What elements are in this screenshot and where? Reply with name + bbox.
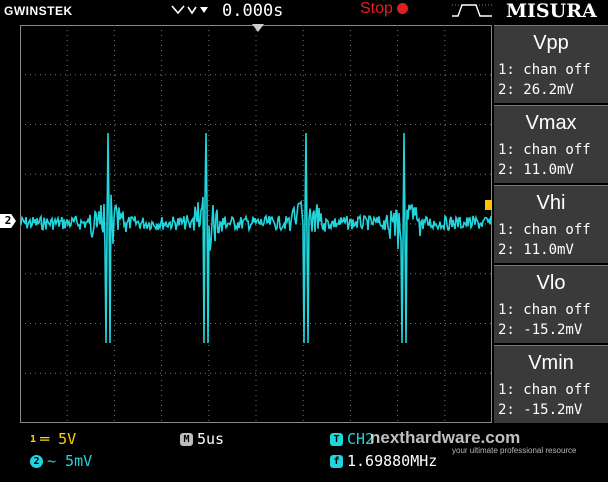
rising-edge-icon xyxy=(450,2,494,22)
measurement-ch1: 1: chan off xyxy=(498,142,591,158)
measurement-vlo[interactable]: Vlo 1: chan off 2: -15.2mV xyxy=(494,265,608,343)
ch2-badge: 2 xyxy=(30,455,43,468)
measurement-ch1: 1: chan off xyxy=(498,302,591,318)
measurement-title: Vhi xyxy=(536,192,566,214)
measurement-vhi[interactable]: Vhi 1: chan off 2: 11.0mV xyxy=(494,185,608,263)
trigger-position-icon xyxy=(252,24,264,32)
ch2-ground-marker[interactable]: 2 xyxy=(0,214,16,228)
measurement-ch1: 1: chan off xyxy=(498,222,591,238)
ch2-scale: ~ 5mV xyxy=(47,452,93,470)
measurement-ch2: 2: -15.2mV xyxy=(498,402,583,418)
frequency-value: 1.69880MHz xyxy=(347,452,438,470)
measurement-ch2: 2: -15.2mV xyxy=(498,322,583,338)
stop-icon xyxy=(396,3,408,15)
waveform-trace xyxy=(20,25,492,423)
timebase-icon: M xyxy=(180,433,193,446)
watermark-text: nexthardware.com xyxy=(370,428,521,447)
run-stop-status[interactable]: Stop xyxy=(360,0,408,18)
timebase-readout[interactable]: M 5us xyxy=(180,430,224,448)
measurement-ch1: 1: chan off xyxy=(498,382,591,398)
watermark-subtext: your ultimate professional resource xyxy=(452,446,577,455)
measurement-title: Vmin xyxy=(528,352,574,374)
measurement-panel: Vpp 1: chan off 2: 26.2mV Vmax 1: chan o… xyxy=(494,25,608,423)
measurement-ch2: 2: 11.0mV xyxy=(498,162,574,178)
ch1-scale-readout[interactable]: 1 ═ 5V xyxy=(30,430,76,448)
measurement-vpp[interactable]: Vpp 1: chan off 2: 26.2mV xyxy=(494,25,608,103)
measurement-title: Vpp xyxy=(533,32,569,54)
frequency-icon: f xyxy=(330,455,343,468)
frequency-readout: f 1.69880MHz xyxy=(330,452,437,470)
measurement-title: Vlo xyxy=(536,272,566,294)
ch1-scale: ═ 5V xyxy=(40,430,77,448)
trigger-level-marker[interactable] xyxy=(485,200,492,210)
time-position: 0.000s xyxy=(222,1,284,21)
brand-logo: GWINSTEK xyxy=(4,4,73,18)
ch1-badge: 1 xyxy=(30,434,37,445)
timebase-value: 5us xyxy=(197,430,225,448)
measurement-vmin[interactable]: Vmin 1: chan off 2: -15.2mV xyxy=(494,345,608,423)
measurement-ch2: 2: 26.2mV xyxy=(498,82,574,98)
measurement-title: Vmax xyxy=(525,112,577,134)
measurement-ch1: 1: chan off xyxy=(498,62,591,78)
trigger-source-readout[interactable]: T CH2 xyxy=(330,430,374,448)
overlay-title: MISURA xyxy=(506,0,597,22)
trigger-arrow-icon xyxy=(170,3,210,21)
measurement-ch2: 2: 11.0mV xyxy=(498,242,574,258)
trigger-source-icon: T xyxy=(330,433,343,446)
status-bar: GWINSTEK 0.000s Stop MISURA xyxy=(0,0,608,22)
measurement-vmax[interactable]: Vmax 1: chan off 2: 11.0mV xyxy=(494,105,608,183)
run-state-label: Stop xyxy=(360,0,393,17)
ch2-waveform xyxy=(20,132,492,344)
ch2-scale-readout[interactable]: 2 ~ 5mV xyxy=(30,452,92,470)
